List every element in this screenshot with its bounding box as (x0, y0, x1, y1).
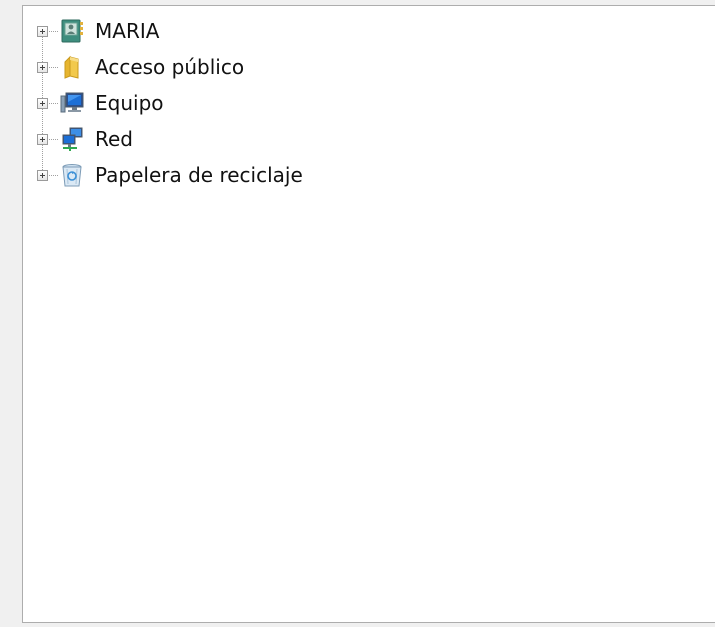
expand-icon[interactable] (37, 169, 48, 181)
recycle-bin-icon (59, 162, 85, 188)
tree-item-papelera[interactable]: Papelera de reciclaje (37, 157, 303, 193)
tree-connector (49, 102, 58, 104)
tree-item-equipo[interactable]: Equipo (37, 85, 164, 121)
tree-item-red[interactable]: Red (37, 121, 133, 157)
tree-item-label: Red (95, 127, 133, 151)
tree-item-label: Papelera de reciclaje (95, 163, 303, 187)
network-icon (59, 126, 85, 152)
tree-item-maria[interactable]: MARIA (37, 13, 159, 49)
tree-connector (49, 66, 58, 68)
window-background: MARIA Acceso público Equipo Red Papelera… (0, 0, 715, 627)
tree-item-label: MARIA (95, 19, 160, 43)
tree-connector (49, 30, 58, 32)
tree-item-acceso-publico[interactable]: Acceso público (37, 49, 244, 85)
expand-icon[interactable] (37, 61, 48, 73)
expand-icon[interactable] (37, 25, 48, 37)
tree-connector (49, 174, 58, 176)
tree-connector (49, 138, 58, 140)
folder-tree-view[interactable]: MARIA Acceso público Equipo Red Papelera… (22, 5, 715, 623)
expand-icon[interactable] (37, 133, 48, 145)
tree-item-label: Acceso público (95, 55, 245, 79)
computer-icon (59, 90, 85, 116)
folder-icon (59, 54, 85, 80)
tree-item-label: Equipo (95, 91, 164, 115)
user-folder-icon (59, 18, 85, 44)
expand-icon[interactable] (37, 97, 48, 109)
